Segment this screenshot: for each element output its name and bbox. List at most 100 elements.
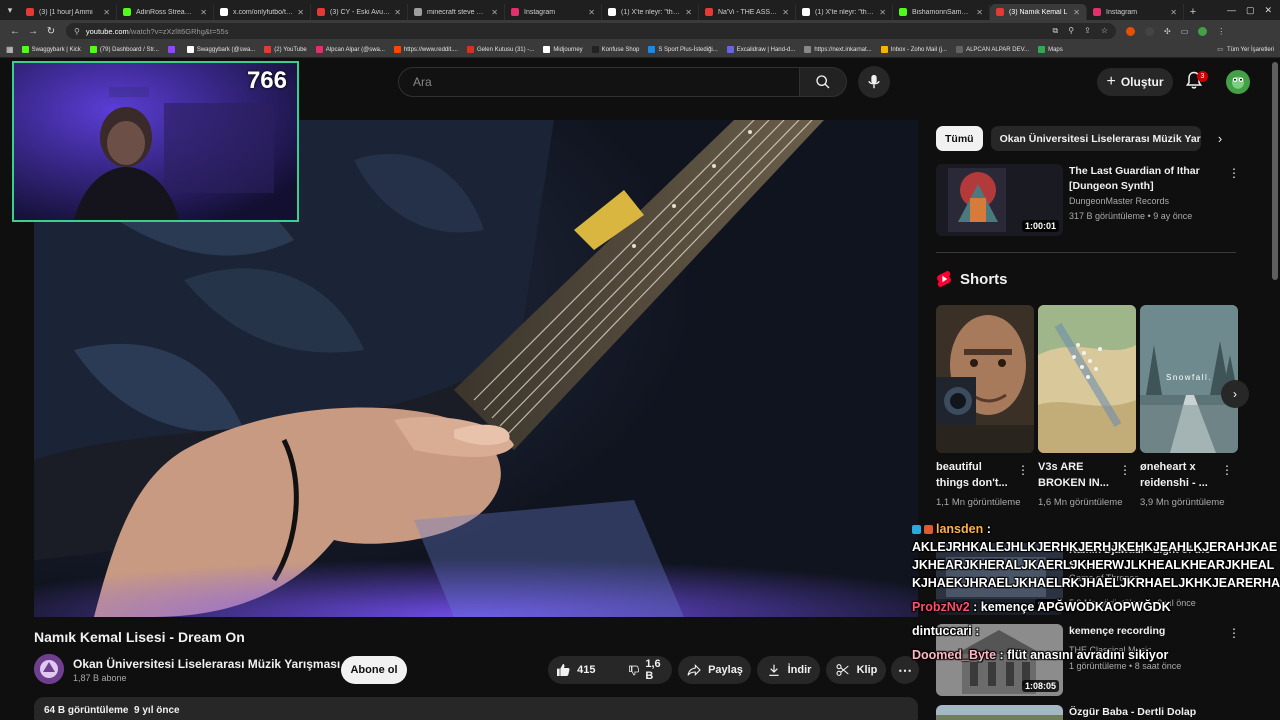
tab-close-icon[interactable]: ✕ xyxy=(782,8,789,17)
browser-tab[interactable]: x.com/onlyfutbo/tayfa ✕ xyxy=(214,4,311,20)
subscribe-button[interactable]: Abone ol xyxy=(341,656,407,684)
chevron-right-icon[interactable]: › xyxy=(1210,128,1230,148)
tab-close-icon[interactable]: ✕ xyxy=(879,8,886,17)
browser-tab[interactable]: (3) [1 hour] Ammi ✕ xyxy=(20,4,117,20)
chip-channel[interactable]: Okan Üniversitesi Liselerarası Müzik Yar… xyxy=(990,126,1201,151)
cast-icon[interactable]: ⧉ xyxy=(1053,26,1059,36)
browser-tab[interactable]: Na'Vi - THE ASS KICKE✕ xyxy=(699,4,796,20)
apps-icon[interactable]: ▦ xyxy=(6,45,14,54)
all-bookmarks[interactable]: ▭ Tüm Yer İşaretleri xyxy=(1217,46,1274,54)
channel-name[interactable]: DungeonMaster Records xyxy=(1069,196,1169,206)
bookmark-item[interactable]: Midjourney xyxy=(543,46,583,53)
bookmark-item[interactable]: Swaggybark (@swa... xyxy=(186,46,255,53)
tab-close-icon[interactable]: ✕ xyxy=(200,8,207,17)
site-info-icon[interactable]: ⚲ xyxy=(74,27,80,36)
tab-close-icon[interactable]: ✕ xyxy=(1073,8,1080,17)
short-video[interactable]: beautiful things don't... 1,1 Mn görüntü… xyxy=(936,305,1034,508)
description-box[interactable]: 64 B görüntüleme 9 yıl önce xyxy=(34,697,918,720)
share-button[interactable]: Paylaş xyxy=(678,656,751,684)
short-thumbnail[interactable] xyxy=(1038,305,1136,453)
chip-all[interactable]: Tümü xyxy=(936,126,983,151)
tab-close-icon[interactable]: ✕ xyxy=(394,8,401,17)
browser-tab[interactable]: (1) X'te nleyr: "the moo ✕ xyxy=(796,4,893,20)
new-tab-button[interactable]: + xyxy=(1184,6,1202,18)
tab-close-icon[interactable]: ✕ xyxy=(297,8,304,17)
extension-icon[interactable] xyxy=(1126,26,1135,36)
zoom-icon[interactable]: ⚲ xyxy=(1068,26,1074,36)
tab-close-icon[interactable]: ✕ xyxy=(491,8,498,17)
browser-tab[interactable]: (3) Namık Kemal L ✕ xyxy=(990,4,1087,20)
kebab-menu-icon[interactable]: ⋮ xyxy=(1221,463,1233,477)
bookmark-item[interactable]: Maps xyxy=(1038,46,1063,53)
kebab-menu-icon[interactable]: ⋮ xyxy=(1228,166,1240,180)
browser-tab[interactable]: (3) CY - Eski Avukatı ✕ xyxy=(311,4,408,20)
tab-close-icon[interactable]: ✕ xyxy=(685,8,692,17)
short-video[interactable]: Snowfall. øneheart x reidenshi - ... 3,9… xyxy=(1140,305,1238,508)
close-window-icon[interactable]: ✕ xyxy=(1264,5,1272,16)
short-title[interactable]: beautiful things don't... xyxy=(936,459,1016,491)
short-video[interactable]: V3s ARE BROKEN IN... 1,6 Mn görüntüleme … xyxy=(1038,305,1136,508)
browser-tab[interactable]: Instagram ✕ xyxy=(1087,4,1184,20)
search-button[interactable] xyxy=(799,67,847,97)
video-title[interactable]: The Last Guardian of Ithar [Dungeon Synt… xyxy=(1069,164,1219,194)
kebab-menu-icon[interactable]: ⋮ xyxy=(1119,463,1131,477)
recommended-video[interactable]: Özgür Baba - Dertli Dolap xyxy=(936,705,1236,720)
kebab-menu-icon[interactable]: ⋮ xyxy=(1017,463,1029,477)
short-thumbnail[interactable]: Snowfall. xyxy=(1140,305,1238,453)
search-input[interactable]: Ara xyxy=(398,67,800,97)
bookmark-item[interactable]: Inbox - Zoho Mail (j... xyxy=(880,46,947,53)
bookmark-item[interactable]: https://next.inkarnat... xyxy=(804,46,872,53)
short-title[interactable]: V3s ARE BROKEN IN... xyxy=(1038,459,1118,491)
browser-tab[interactable]: AdinRoss Stream - W ✕ xyxy=(117,4,214,20)
video-thumbnail[interactable] xyxy=(936,705,1063,720)
reload-icon[interactable]: ↻ xyxy=(42,26,60,37)
bookmark-item[interactable]: Konfuse Shop xyxy=(591,46,639,53)
account-avatar[interactable] xyxy=(1226,70,1250,94)
extensions-puzzle-icon[interactable]: ✣ xyxy=(1164,27,1171,36)
bookmark-item[interactable]: https://www.reddit.... xyxy=(393,46,458,53)
minimize-icon[interactable]: — xyxy=(1227,5,1236,16)
channel-name[interactable]: Okan Üniversitesi Liselerarası Müzik Yar… xyxy=(73,657,340,671)
download-button[interactable]: İndir xyxy=(757,656,820,684)
page-scrollbar[interactable] xyxy=(1272,62,1278,280)
back-icon[interactable]: ← xyxy=(6,26,24,37)
profile-icon[interactable] xyxy=(1198,26,1208,36)
tab-close-icon[interactable]: ✕ xyxy=(588,8,595,17)
tab-close-icon[interactable]: ✕ xyxy=(1170,8,1177,17)
voice-search-button[interactable] xyxy=(858,66,890,98)
bookmark-item[interactable]: (79) Dashboard / Str... xyxy=(89,46,159,53)
tab-close-icon[interactable]: ✕ xyxy=(976,8,983,17)
tab-search-icon[interactable]: ▾ xyxy=(0,0,20,20)
bookmark-star-icon[interactable]: ☆ xyxy=(1101,26,1108,36)
short-title[interactable]: øneheart x reidenshi - ... xyxy=(1140,459,1220,491)
tab-close-icon[interactable]: ✕ xyxy=(103,8,110,17)
dislike-button[interactable]: 1,6 B xyxy=(618,658,675,682)
short-thumbnail[interactable] xyxy=(936,305,1034,453)
extension-icon[interactable] xyxy=(1145,26,1154,36)
browser-tab[interactable]: BishamonnSama - Wa ✕ xyxy=(893,4,990,20)
bookmark-item[interactable]: Gelen Kutusu (31) -... xyxy=(466,46,534,53)
browser-tab[interactable]: Instagram ✕ xyxy=(505,4,602,20)
bookmark-item[interactable]: Alpcan Alpar (@swa... xyxy=(315,46,385,53)
shorts-next-button[interactable]: › xyxy=(1221,380,1249,408)
bookmark-item[interactable]: (2) YouTube xyxy=(264,46,307,53)
bookmark-item[interactable]: Swaggybark | Kick xyxy=(21,46,81,53)
browser-tab[interactable]: (1) X'te nleyr: "the moo ✕ xyxy=(602,4,699,20)
like-button[interactable]: 415 xyxy=(545,662,605,678)
address-bar[interactable]: ⚲ youtube.com/watch?v=zXzlIt6GRhg&t=55s … xyxy=(66,23,1116,39)
bookmark-item[interactable] xyxy=(167,46,178,53)
share-page-icon[interactable]: ⇪ xyxy=(1084,26,1091,36)
maximize-icon[interactable]: ▢ xyxy=(1246,5,1255,16)
bookmark-item[interactable]: S Sport Plus-İstediği... xyxy=(648,46,718,53)
bookmark-item[interactable]: ALPCAN ALPAR DEV... xyxy=(956,46,1029,53)
recommended-video[interactable]: 1:00:01 The Last Guardian of Ithar [Dung… xyxy=(936,164,1240,240)
bookmark-item[interactable]: Excalidraw | Hand-d... xyxy=(726,46,795,53)
channel-avatar[interactable] xyxy=(34,654,64,684)
video-title[interactable]: Özgür Baba - Dertli Dolap xyxy=(1069,705,1219,720)
clip-button[interactable]: Klip xyxy=(826,656,886,684)
create-button[interactable]: + Oluştur xyxy=(1097,68,1173,96)
browser-menu-icon[interactable]: ⋮ xyxy=(1217,27,1225,36)
sidebar-icon[interactable]: ▭ xyxy=(1181,27,1189,36)
forward-icon[interactable]: → xyxy=(24,26,42,37)
browser-tab[interactable]: minecraft steve with ja ✕ xyxy=(408,4,505,20)
